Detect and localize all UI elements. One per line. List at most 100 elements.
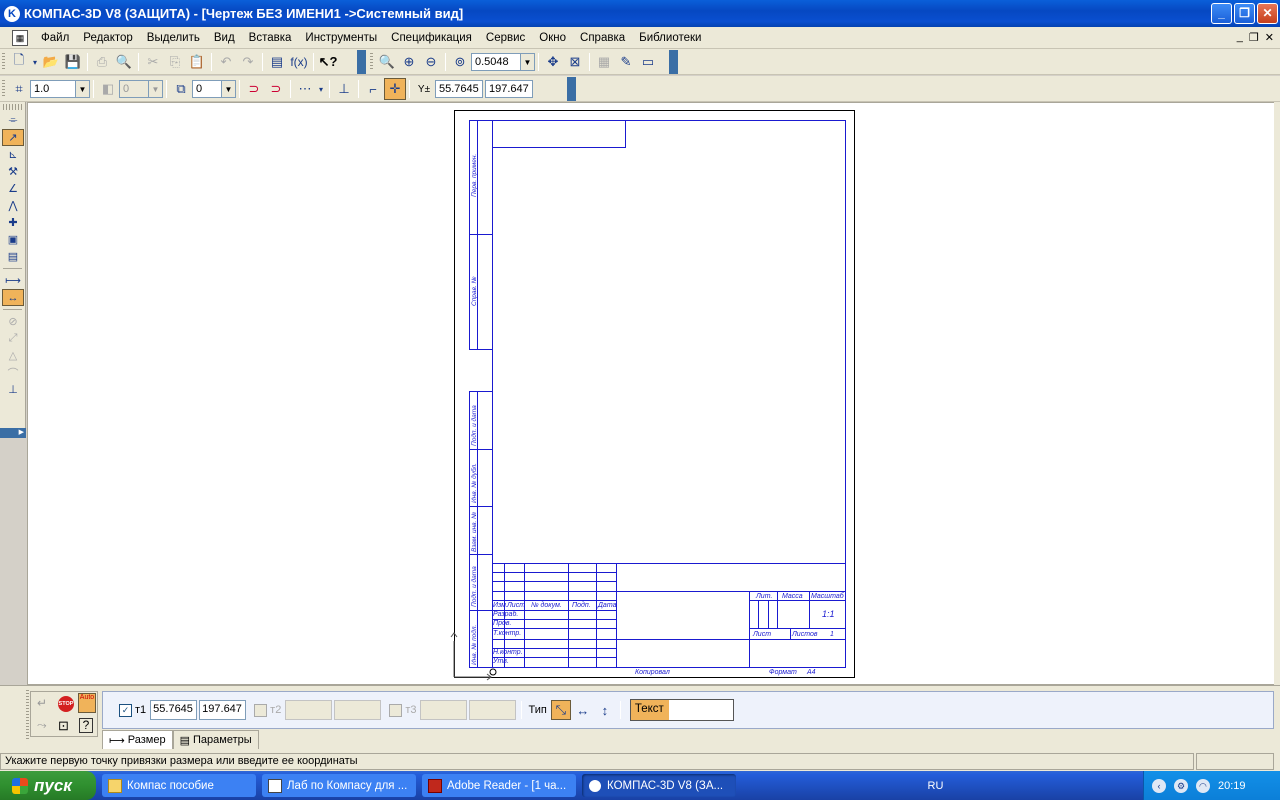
grid-dropdown-icon[interactable]: ▾ xyxy=(316,78,326,100)
t3-y-field[interactable] xyxy=(469,700,517,720)
paste-icon[interactable]: 📋 xyxy=(186,51,208,73)
t2-x-field[interactable] xyxy=(285,700,333,720)
save-icon[interactable]: 💾 xyxy=(62,51,84,73)
zoom-out-icon[interactable]: ⊖ xyxy=(420,51,442,73)
vertical-scrollbar[interactable] xyxy=(1274,102,1280,685)
cut-icon[interactable]: ✂ xyxy=(142,51,164,73)
local-snap-icon[interactable]: ⊃ xyxy=(265,78,287,100)
variables-icon[interactable]: f(x) xyxy=(288,51,310,73)
grid-icon[interactable]: ⋯ xyxy=(294,78,316,100)
t3-x-field[interactable] xyxy=(420,700,468,720)
mdi-restore-button[interactable]: ❐ xyxy=(1249,31,1259,44)
t1-checkbox[interactable]: ✓ xyxy=(119,703,132,717)
zoom-in-icon[interactable]: ⊕ xyxy=(398,51,420,73)
zoom-field[interactable]: 0.5048 xyxy=(471,53,521,71)
taskbar-item-word[interactable]: Лаб по Компасу для ... xyxy=(262,774,416,797)
expand-toolbar-icon[interactable]: ▶ xyxy=(0,428,26,438)
tab-size[interactable]: ⟼ Размер xyxy=(102,730,173,749)
zoom-scale-icon[interactable]: ⊚ xyxy=(449,51,471,73)
open-icon[interactable]: 📂 xyxy=(40,51,62,73)
taskbar-item-adobe[interactable]: Adobe Reader - [1 ча... xyxy=(422,774,576,797)
edit-icon[interactable]: ⚒ xyxy=(2,163,24,180)
clock[interactable]: 20:19 xyxy=(1218,780,1246,792)
taskbar-item-kompas[interactable]: КОМПАС-3D V8 (ЗА... xyxy=(582,774,736,797)
layer-dropdown-icon[interactable]: ▼ xyxy=(222,80,236,98)
network-icon[interactable]: ⚙ xyxy=(1173,778,1188,793)
menu-file[interactable]: Файл xyxy=(34,32,76,44)
wifi-icon[interactable]: ◠ xyxy=(1195,778,1210,793)
auto-create-icon[interactable]: Auto xyxy=(78,693,96,713)
t1-y-field[interactable]: 197.647 xyxy=(199,700,247,720)
cursor-coords-icon[interactable]: ✛ xyxy=(384,78,406,100)
layer-field[interactable]: 0 xyxy=(192,80,222,98)
copy-icon[interactable]: ⎘ xyxy=(164,51,186,73)
menu-specification[interactable]: Спецификация xyxy=(384,32,479,44)
parametrization-icon[interactable]: ∠ xyxy=(2,180,24,197)
angle-field[interactable]: 0 xyxy=(119,80,149,98)
height-mark-icon[interactable]: ⊥ xyxy=(2,381,24,398)
refresh-icon[interactable]: ▦ xyxy=(593,51,615,73)
print-preview-icon[interactable]: 🔍 xyxy=(113,51,135,73)
snap-magnet-icon[interactable]: ⊃ xyxy=(243,78,265,100)
menu-select[interactable]: Выделить xyxy=(140,32,207,44)
create-object-icon[interactable]: ↵ xyxy=(37,696,47,710)
show-all-icon[interactable]: ⊠ xyxy=(564,51,586,73)
calculator-icon[interactable]: ▤ xyxy=(266,51,288,73)
menu-insert[interactable]: Вставка xyxy=(242,32,299,44)
angular-dimension-icon[interactable]: △ xyxy=(2,347,24,364)
diameter-dimension-icon[interactable]: ⊘ xyxy=(2,313,24,330)
help-icon[interactable]: ? xyxy=(79,718,93,733)
step-dropdown-icon[interactable]: ▼ xyxy=(76,80,90,98)
menu-window[interactable]: Окно xyxy=(532,32,573,44)
dimensions-icon[interactable]: ↗ xyxy=(2,129,24,146)
angle-icon[interactable]: ◧ xyxy=(97,78,119,100)
close-button[interactable]: ✕ xyxy=(1257,3,1278,24)
arc-dimension-icon[interactable]: ⌒ xyxy=(2,364,24,381)
mdi-minimize-button[interactable]: _ xyxy=(1237,31,1243,44)
measure-icon[interactable]: ⋀ xyxy=(2,197,24,214)
minimize-button[interactable]: _ xyxy=(1211,3,1232,24)
coord-x-field[interactable]: 55.7645 xyxy=(435,80,483,98)
local-cs-icon[interactable]: ⊥ xyxy=(333,78,355,100)
undo-icon[interactable]: ↶ xyxy=(215,51,237,73)
symbols-icon[interactable]: ⊾ xyxy=(2,146,24,163)
tab-parameters[interactable]: ▤ Параметры xyxy=(172,730,259,749)
radial-dimension-icon[interactable]: ⤢ xyxy=(2,330,24,347)
tray-expand-icon[interactable]: ‹ xyxy=(1151,778,1166,793)
t3-checkbox[interactable] xyxy=(389,703,403,717)
menu-tools[interactable]: Инструменты xyxy=(298,32,384,44)
menu-edit[interactable]: Редактор xyxy=(76,32,140,44)
t1-x-field[interactable]: 55.7645 xyxy=(150,700,198,720)
menu-service[interactable]: Сервис xyxy=(479,32,532,44)
linear-dimension-icon[interactable]: ↔ xyxy=(2,289,24,306)
text-label[interactable]: Текст xyxy=(630,700,669,720)
associative-views-icon[interactable]: ▣ xyxy=(2,231,24,248)
stop-icon[interactable]: STOP xyxy=(58,696,74,712)
context-help-icon[interactable]: ↖? xyxy=(317,51,339,73)
menu-view[interactable]: Вид xyxy=(207,32,242,44)
new-dropdown-icon[interactable]: ▾ xyxy=(30,51,40,73)
angle-dropdown-icon[interactable]: ▼ xyxy=(149,80,163,98)
menu-libraries[interactable]: Библиотеки xyxy=(632,32,708,44)
start-button[interactable]: пуск xyxy=(0,771,96,800)
drawing-area[interactable]: Изм. Лист № докум. Подп. Дата Разраб. Пр… xyxy=(27,102,1275,685)
ortho-icon[interactable]: ⌐ xyxy=(362,78,384,100)
brush-icon[interactable]: ✎ xyxy=(615,51,637,73)
type-vertical-icon[interactable]: ↕ xyxy=(595,700,615,720)
pan-icon[interactable]: ✥ xyxy=(542,51,564,73)
step-field[interactable]: 1.0 xyxy=(30,80,76,98)
zoom-window-icon[interactable]: 🔍 xyxy=(376,51,398,73)
language-indicator[interactable]: RU xyxy=(928,780,944,792)
restore-button[interactable]: ❐ xyxy=(1234,3,1255,24)
document-icon[interactable]: ▦ xyxy=(12,29,28,46)
menu-help[interactable]: Справка xyxy=(573,32,632,44)
new-document-icon[interactable]: 🗋 xyxy=(8,51,30,73)
print-icon[interactable]: ⎙ xyxy=(91,51,113,73)
taskbar-item-folder[interactable]: Компас пособие xyxy=(102,774,256,797)
snap-settings-icon[interactable]: ⊡ xyxy=(58,718,69,734)
grid-step-icon[interactable]: ⌗ xyxy=(8,78,30,100)
text-value[interactable] xyxy=(668,700,733,720)
geometry-icon[interactable]: ⌯ xyxy=(2,112,24,129)
t2-checkbox[interactable] xyxy=(254,703,268,717)
type-horizontal-icon[interactable]: ↔ xyxy=(573,700,593,720)
